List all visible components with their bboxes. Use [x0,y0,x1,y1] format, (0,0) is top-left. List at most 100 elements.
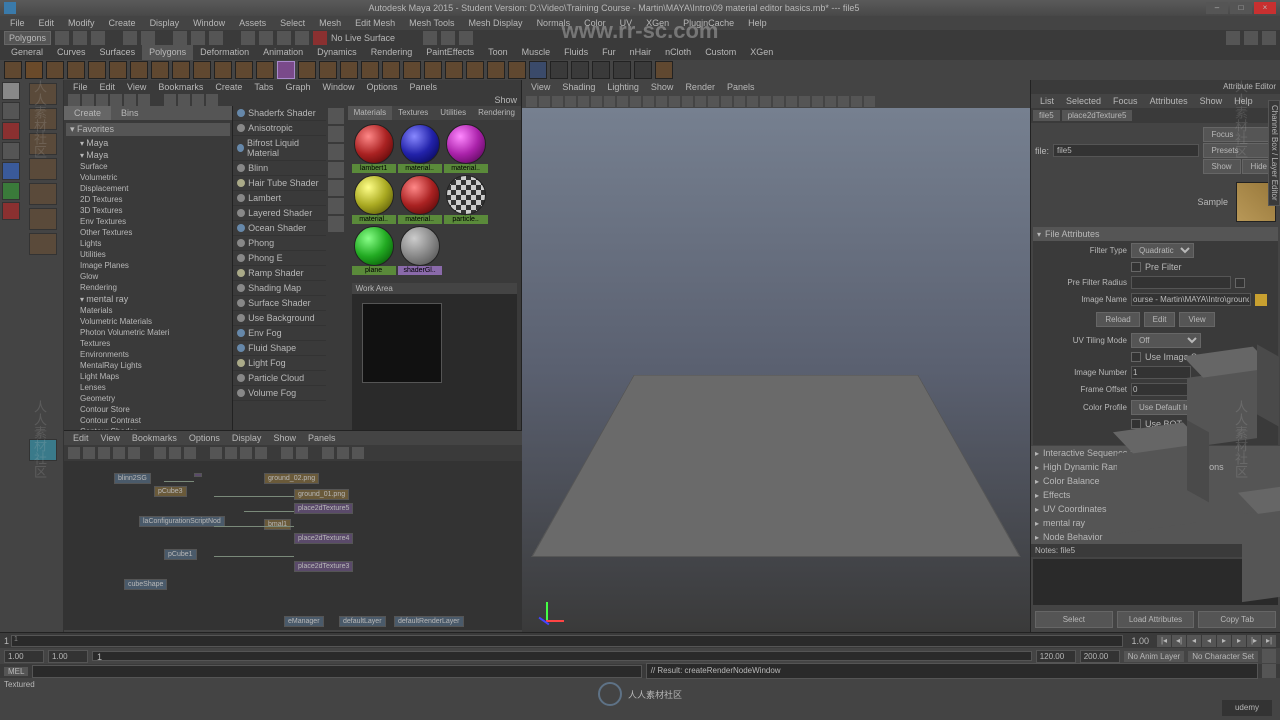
ng-tool-8[interactable] [184,447,196,459]
tree-mr-volmat[interactable]: Volumetric Materials [66,316,230,327]
poly-disc-icon[interactable] [130,61,148,79]
mat-tab-rendering[interactable]: Rendering [472,106,521,120]
tab-muscle[interactable]: Muscle [515,45,558,60]
hs-tool-5[interactable] [124,94,136,106]
hypershade-layout-icon[interactable] [29,158,57,180]
channel-box-tab[interactable]: Channel Box / Layer Editor [1268,100,1280,206]
lasso-icon[interactable] [191,31,205,45]
attr-menu-attributes[interactable]: Attributes [1145,94,1193,108]
img-num-input[interactable] [1131,366,1191,379]
step-back-button[interactable]: ◂ [1187,635,1201,647]
mat-side-2[interactable] [328,126,344,142]
script-layout-icon[interactable] [29,208,57,230]
file-input[interactable] [1053,144,1199,157]
tab-toon[interactable]: Toon [481,45,515,60]
attr-menu-focus[interactable]: Focus [1108,94,1143,108]
node-shape[interactable]: cubeShape [124,579,167,590]
select-button[interactable]: Select [1035,611,1113,628]
ng-tool-17[interactable] [352,447,364,459]
attr-menu-show[interactable]: Show [1195,94,1228,108]
range-cur-start-input[interactable] [48,650,88,663]
ng-tool-5[interactable] [128,447,140,459]
save-scene-icon[interactable] [91,31,105,45]
poly-plane-icon[interactable] [109,61,127,79]
combine-icon[interactable] [298,61,316,79]
tree-mr-photon[interactable]: Photon Volumetric Materi [66,327,230,338]
ng-tool-9[interactable] [210,447,222,459]
node-p2dtex4[interactable]: place2dTexture4 [294,533,353,544]
hs-menu-panels[interactable]: Panels [405,80,443,94]
select-tool[interactable] [2,82,20,100]
node-p2dtex3[interactable]: place2dTexture3 [294,561,353,572]
play-fwd-button[interactable]: ▸ [1217,635,1231,647]
vp-tool-7[interactable] [604,96,615,107]
separate-icon[interactable] [319,61,337,79]
hs-tool-4[interactable] [110,94,122,106]
menu-display[interactable]: Display [144,16,186,30]
load-attrs-button[interactable]: Load Attributes [1117,611,1195,628]
redo-icon[interactable] [141,31,155,45]
snap-point-icon[interactable] [277,31,291,45]
attr-menu-selected[interactable]: Selected [1061,94,1106,108]
single-view-icon[interactable] [29,83,57,105]
bridge-icon[interactable] [424,61,442,79]
tab-xgen[interactable]: XGen [743,45,780,60]
vp-tool-25[interactable] [838,96,849,107]
four-view-icon[interactable] [29,108,57,130]
vp-menu-view[interactable]: View [526,80,555,94]
focus-button[interactable]: Focus [1203,127,1276,142]
view-button[interactable]: View [1179,312,1214,327]
mat-tab-textures[interactable]: Textures [392,106,434,120]
ng-menu-show[interactable]: Show [268,431,301,445]
persp-outliner-icon[interactable] [29,133,57,155]
menu-xgen[interactable]: XGen [640,16,675,30]
vp-tool-13[interactable] [682,96,693,107]
bevel-icon[interactable] [403,61,421,79]
mat-material2[interactable]: material.. [398,124,442,173]
create-tab[interactable]: Create [64,106,111,120]
ng-menu-edit[interactable]: Edit [68,431,94,445]
shader-usebackground[interactable]: Use Background [233,311,325,326]
hs-tool-2[interactable] [82,94,94,106]
mat-tab-utilities[interactable]: Utilities [434,106,472,120]
tab-ncloth[interactable]: nCloth [658,45,698,60]
mel-label[interactable]: MEL [4,667,28,676]
vp-tool-8[interactable] [617,96,628,107]
tab-animation[interactable]: Animation [256,45,310,60]
poly-cone-icon[interactable] [67,61,85,79]
ng-tool-10[interactable] [225,447,237,459]
hs-show-btn[interactable]: Show [494,95,517,105]
mat-side-6[interactable] [328,198,344,214]
show-button[interactable]: Show [1203,159,1241,174]
shader-fluidshape[interactable]: Fluid Shape [233,341,325,356]
ng-tool-7[interactable] [169,447,181,459]
persp-graph-icon[interactable] [29,183,57,205]
hs-menu-bookmarks[interactable]: Bookmarks [153,80,208,94]
crease-icon[interactable] [508,61,526,79]
mat-tab-materials[interactable]: Materials [348,106,392,120]
tree-volumetric[interactable]: Volumetric [66,172,230,183]
tree-3dtex[interactable]: 3D Textures [66,205,230,216]
vp-tool-17[interactable] [734,96,745,107]
paint-select-tool[interactable] [2,122,20,140]
tab-fur[interactable]: Fur [595,45,623,60]
frame-off-input[interactable] [1131,383,1191,396]
menu-editmesh[interactable]: Edit Mesh [349,16,401,30]
ng-tool-11[interactable] [240,447,252,459]
tree-mentalray[interactable]: ▾ mental ray [66,293,230,305]
layout-icon[interactable] [1226,31,1240,45]
tree-mr-lenses[interactable]: Lenses [66,382,230,393]
vp-tool-16[interactable] [721,96,732,107]
tree-mr-env[interactable]: Environments [66,349,230,360]
ng-menu-bookmarks[interactable]: Bookmarks [127,431,182,445]
shader-envfog[interactable]: Env Fog [233,326,325,341]
ng-menu-panels[interactable]: Panels [303,431,341,445]
node-defrender[interactable]: defaultRenderLayer [394,616,464,627]
tree-surface[interactable]: Surface [66,161,230,172]
node-emanager[interactable]: eManager [284,616,324,627]
custom-layout-icon[interactable] [29,233,57,255]
scale-tool[interactable] [2,182,20,200]
poly-helix-icon[interactable] [214,61,232,79]
hs-tool-7[interactable] [164,94,176,106]
poly-cylinder-icon[interactable] [46,61,64,79]
